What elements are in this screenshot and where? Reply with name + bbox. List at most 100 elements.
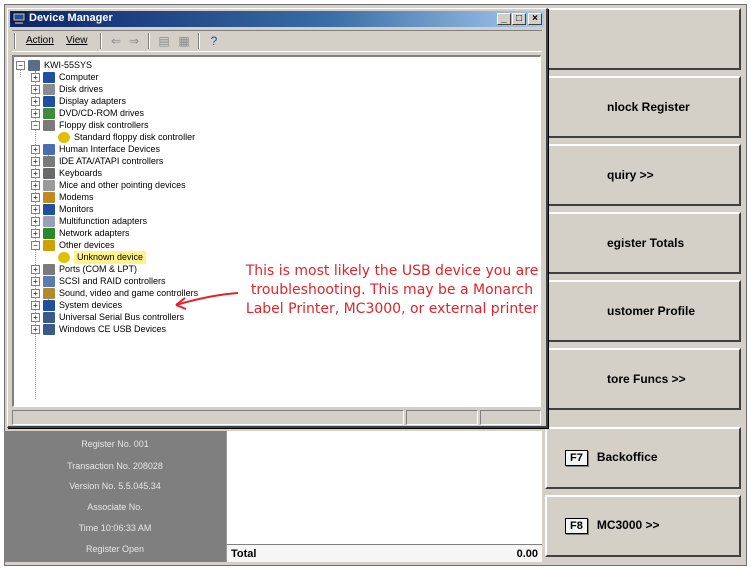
port-icon	[43, 264, 55, 275]
inquiry-label: quiry >>	[607, 168, 654, 182]
backoffice-button[interactable]: F7 Backoffice	[545, 427, 741, 489]
total-value: 0.00	[516, 548, 538, 560]
expand-icon[interactable]: +	[31, 109, 40, 118]
status-cell-3	[480, 410, 541, 425]
scsi-icon	[43, 276, 55, 287]
minimize-button[interactable]: _	[497, 13, 511, 25]
title-bar[interactable]: Device Manager _ □ ×	[10, 11, 544, 27]
question-icon	[43, 240, 55, 251]
device-manager-icon	[12, 12, 26, 24]
register-totals-button[interactable]: egister Totals	[545, 212, 741, 274]
associate-number: Associate No.	[87, 502, 143, 512]
properties-icon[interactable]: ▤	[156, 34, 172, 49]
expand-icon[interactable]: +	[31, 85, 40, 94]
forward-arrow-icon[interactable]: ⇒	[126, 34, 142, 49]
system-device-icon	[43, 300, 55, 311]
window-title: Device Manager	[29, 12, 113, 24]
warning-device-icon	[58, 252, 70, 263]
status-cell-2	[406, 410, 478, 425]
mc3000-button[interactable]: F8 MC3000 >>	[545, 495, 741, 557]
expand-icon[interactable]: +	[31, 157, 40, 166]
toolbar-separator	[100, 33, 102, 49]
expand-icon[interactable]: +	[31, 145, 40, 154]
toolbar-grip	[14, 33, 16, 49]
menu-action[interactable]: Action	[26, 35, 54, 46]
modem-icon	[43, 192, 55, 203]
expand-icon[interactable]: +	[31, 181, 40, 190]
menu-toolbar: Action View ⇐ ⇒ ▤ ▦ ?	[12, 30, 542, 52]
total-bar: Total 0.00	[227, 544, 542, 562]
store-funcs-button[interactable]: tore Funcs >>	[545, 348, 741, 410]
annotation-note: This is most likely the USB device you a…	[245, 263, 539, 317]
sound-icon	[43, 288, 55, 299]
expand-icon[interactable]: +	[31, 193, 40, 202]
version-number: Version No. 5.5.045.34	[69, 481, 161, 491]
store-funcs-label: tore Funcs >>	[607, 372, 686, 386]
expand-icon[interactable]: +	[31, 229, 40, 238]
register-number: Register No. 001	[81, 439, 149, 449]
ide-controller-icon	[43, 156, 55, 167]
annotation-arrow	[175, 292, 239, 310]
expand-icon[interactable]: +	[31, 265, 40, 274]
multifunction-icon	[43, 216, 55, 227]
expand-icon[interactable]: +	[31, 217, 40, 226]
maximize-button[interactable]: □	[512, 13, 526, 25]
computer-icon	[28, 60, 40, 71]
unlock-register-button[interactable]: nlock Register	[545, 76, 741, 138]
expand-icon[interactable]: +	[31, 289, 40, 298]
expand-icon[interactable]: +	[31, 301, 40, 310]
status-cell-1	[12, 410, 404, 425]
menu-view[interactable]: View	[66, 35, 88, 46]
minimize-icon: _	[501, 13, 507, 24]
computer-icon	[43, 72, 55, 83]
keyboard-icon	[43, 168, 55, 179]
status-bar	[12, 410, 541, 425]
help-icon[interactable]: ?	[206, 34, 222, 49]
function-button-1[interactable]	[545, 8, 741, 70]
display-adapter-icon	[43, 96, 55, 107]
mouse-icon	[43, 180, 55, 191]
close-button[interactable]: ×	[528, 13, 542, 25]
customer-profile-label: ustomer Profile	[607, 304, 696, 318]
back-arrow-icon[interactable]: ⇐	[108, 34, 124, 49]
hid-icon	[43, 144, 55, 155]
transaction-number: Transaction No. 208028	[67, 461, 163, 471]
expand-icon[interactable]: +	[31, 73, 40, 82]
expand-icon[interactable]: +	[31, 97, 40, 106]
expand-icon[interactable]: +	[31, 277, 40, 286]
total-label: Total	[231, 548, 257, 560]
tree-item-label: Windows CE USB Devices	[59, 324, 167, 334]
device-tree[interactable]: − KWI-55SYS + Computer + Disk drives + Displa…	[12, 55, 541, 407]
collapse-icon[interactable]: −	[31, 241, 40, 250]
backoffice-label: Backoffice	[596, 450, 658, 464]
device-manager-window[interactable]: Device Manager _ □ × Action View ⇐ ⇒ ▤ ▦…	[7, 8, 548, 428]
cdrom-icon	[43, 108, 55, 119]
customer-profile-button[interactable]: ustomer Profile	[545, 280, 741, 342]
tree-item[interactable]: + Windows CE USB Devices	[31, 323, 166, 336]
disk-drive-icon	[43, 84, 55, 95]
unlock-register-label: nlock Register	[607, 100, 690, 114]
collapse-icon[interactable]: −	[31, 121, 40, 130]
tree-view-icon[interactable]: ▦	[176, 34, 192, 49]
f7-key-badge: F7	[565, 450, 588, 466]
expand-icon[interactable]: +	[31, 313, 40, 322]
monitor-icon	[43, 204, 55, 215]
mc3000-label: MC3000 >>	[596, 518, 660, 532]
toolbar-separator-3	[198, 33, 200, 49]
transaction-panel: Total 0.00	[226, 431, 542, 562]
expand-icon[interactable]: +	[31, 169, 40, 178]
close-icon: ×	[532, 13, 538, 24]
expand-icon[interactable]: +	[31, 325, 40, 334]
collapse-icon[interactable]: −	[16, 61, 25, 70]
floppy-controller-icon	[43, 120, 55, 131]
usb-icon	[43, 312, 55, 323]
current-time: Time 10:06:33 AM	[78, 523, 152, 533]
inquiry-button[interactable]: quiry >>	[545, 144, 741, 206]
network-adapter-icon	[43, 228, 55, 239]
toolbar-separator-2	[148, 33, 150, 49]
register-status: Register Open	[85, 544, 145, 554]
register-info-panel: Register No. 001 Transaction No. 208028 …	[4, 431, 226, 562]
f8-key-badge: F8	[565, 518, 588, 534]
register-totals-label: egister Totals	[607, 236, 685, 250]
expand-icon[interactable]: +	[31, 205, 40, 214]
